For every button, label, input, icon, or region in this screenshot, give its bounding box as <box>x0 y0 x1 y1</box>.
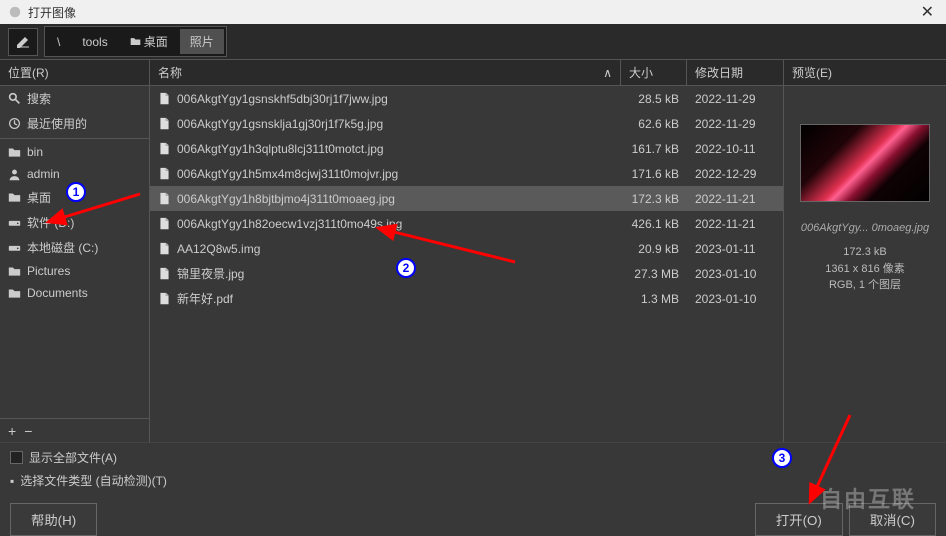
preview-header: 预览(E) <box>784 60 946 86</box>
breadcrumb-item[interactable]: tools <box>72 29 117 54</box>
col-size[interactable]: 大小 <box>621 60 687 85</box>
folder-icon <box>8 146 21 159</box>
place-item[interactable]: Documents <box>0 282 149 304</box>
annotation-arrow-2 <box>370 222 520 267</box>
file-row[interactable]: 006AkgtYgy1h5mx4m8cjwj311t0mojvr.jpg171.… <box>150 161 783 186</box>
place-item[interactable]: 最近使用的 <box>0 111 149 136</box>
places-panel: 位置(R) 搜索最近使用的binadmin桌面软件 (D:)本地磁盘 (C:)P… <box>0 60 150 442</box>
col-name[interactable]: 名称∧ <box>150 60 621 85</box>
filetype-label: 选择文件类型 (自动检测)(T) <box>20 472 167 489</box>
file-row[interactable]: 006AkgtYgy1gsnskhf5dbj30rj1f7jww.jpg28.5… <box>150 86 783 111</box>
drive-icon <box>8 241 21 254</box>
folder-icon <box>8 191 21 204</box>
show-all-row[interactable]: 显示全部文件(A) <box>10 449 936 466</box>
search-icon <box>8 92 21 105</box>
edit-path-button[interactable] <box>8 28 38 56</box>
file-row[interactable]: 006AkgtYgy1h3qlptu8lcj311t0motct.jpg161.… <box>150 136 783 161</box>
breadcrumb-item[interactable]: 照片 <box>180 29 224 54</box>
app-icon <box>8 5 22 19</box>
place-item[interactable]: Pictures <box>0 260 149 282</box>
file-icon <box>158 117 171 130</box>
annotation-arrow-3 <box>800 410 920 510</box>
annotation-arrow-1 <box>40 190 150 230</box>
place-item[interactable]: bin <box>0 141 149 163</box>
annotation-badge-3: 3 <box>772 448 792 468</box>
add-place-button[interactable]: + <box>8 423 16 439</box>
preview-thumbnail <box>800 124 930 202</box>
titlebar: 打开图像 ✕ <box>0 0 946 24</box>
col-date[interactable]: 修改日期 <box>687 60 783 85</box>
file-icon <box>158 192 171 205</box>
clock-icon <box>8 117 21 130</box>
preview-info: 172.3 kB 1361 x 816 像素 RGB, 1 个图层 <box>825 244 905 294</box>
file-icon <box>158 242 171 255</box>
breadcrumb: \tools桌面照片 <box>44 26 227 57</box>
file-list-header: 名称∧ 大小 修改日期 <box>150 60 783 86</box>
places-header: 位置(R) <box>0 60 149 86</box>
sort-asc-icon: ∧ <box>603 66 612 80</box>
breadcrumb-item[interactable]: \ <box>47 29 70 54</box>
file-row[interactable]: 新年好.pdf1.3 MB2023-01-10 <box>150 286 783 311</box>
pencil-icon <box>15 34 31 50</box>
user-icon <box>8 168 21 181</box>
annotation-badge-2: 2 <box>396 258 416 278</box>
annotation-badge-1: 1 <box>66 182 86 202</box>
place-item[interactable]: 本地磁盘 (C:) <box>0 235 149 260</box>
show-all-checkbox[interactable] <box>10 451 23 464</box>
file-icon <box>158 292 171 305</box>
place-item[interactable]: 搜索 <box>0 86 149 111</box>
preview-panel: 预览(E) 006AkgtYgy... 0moaeg.jpg 172.3 kB … <box>784 60 946 442</box>
filetype-row[interactable]: ▪ 选择文件类型 (自动检测)(T) <box>10 472 936 489</box>
window-title: 打开图像 <box>28 4 76 21</box>
file-icon <box>158 92 171 105</box>
toolbar: \tools桌面照片 <box>0 24 946 60</box>
folder-icon <box>8 287 21 300</box>
file-icon <box>158 142 171 155</box>
expander-icon[interactable]: ▪ <box>10 474 14 488</box>
breadcrumb-item[interactable]: 桌面 <box>120 29 178 54</box>
file-row[interactable]: 006AkgtYgy1h8bjtbjmo4j311t0moaeg.jpg172.… <box>150 186 783 211</box>
file-icon <box>158 217 171 230</box>
folder-icon <box>8 265 21 278</box>
file-icon <box>158 167 171 180</box>
remove-place-button[interactable]: − <box>24 423 32 439</box>
file-icon <box>158 267 171 280</box>
help-button[interactable]: 帮助(H) <box>10 503 97 536</box>
preview-filename: 006AkgtYgy... 0moaeg.jpg <box>801 222 929 234</box>
drive-icon <box>8 216 21 229</box>
close-icon[interactable]: ✕ <box>917 2 938 22</box>
places-footer: + − <box>0 418 149 442</box>
show-all-label: 显示全部文件(A) <box>29 449 117 466</box>
folder-icon <box>130 36 141 47</box>
file-row[interactable]: 006AkgtYgy1gsnsklja1gj30rj1f7k5g.jpg62.6… <box>150 111 783 136</box>
